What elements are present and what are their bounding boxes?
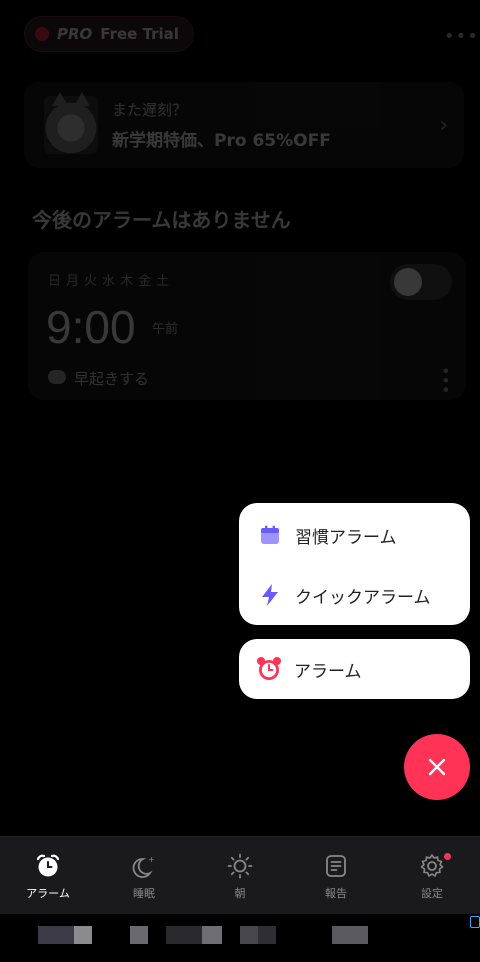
alarm-ampm: 午前	[152, 322, 179, 337]
sun-icon	[227, 853, 253, 879]
nav-item-sleep[interactable]: + 睡眠	[96, 837, 192, 914]
toggle-knob	[394, 268, 422, 296]
weekday-row: 日 月 火 水 木 金 土	[48, 270, 169, 289]
nav-item-alarm[interactable]: アラーム	[0, 837, 96, 914]
cat-image	[44, 92, 98, 154]
weekday: 火	[84, 274, 98, 289]
bottom-nav: アラーム + 睡眠 朝 報告 設定	[0, 836, 480, 914]
pro-badge: PRO	[57, 25, 93, 43]
weekday: 月	[66, 274, 80, 289]
report-icon	[326, 855, 346, 877]
nav-label-alarm: アラーム	[26, 887, 70, 900]
pro-trial-button[interactable]: PRO Free Trial	[24, 16, 194, 52]
weekday: 土	[156, 274, 170, 289]
habit-alarm-label: 習慣アラーム	[295, 527, 397, 548]
notification-badge	[444, 853, 451, 860]
close-button[interactable]	[404, 734, 470, 800]
moon-icon: +	[132, 855, 155, 878]
weekday: 木	[120, 274, 134, 289]
alarm-time: 9:00	[46, 301, 136, 353]
nav-item-morning[interactable]: 朝	[192, 837, 288, 914]
gear-icon	[420, 854, 444, 877]
pro-trial-label: Free Trial	[100, 25, 179, 43]
weekday: 日	[48, 274, 62, 289]
alarm-clock-icon	[36, 854, 60, 877]
more-horizontal-icon[interactable]: •••	[444, 26, 479, 47]
alarm-clock-icon	[256, 656, 282, 682]
ad-info-icon[interactable]	[470, 916, 480, 928]
quick-alarm-label: クイックアラーム	[295, 587, 431, 608]
promo-banner[interactable]: また遅刻？ 新学期特価、Pro 65%OFF ›	[24, 82, 464, 168]
promo-line2: 新学期特価、Pro 65%OFF	[112, 131, 331, 151]
dimmed-background: PRO Free Trial ••• また遅刻？ 新学期特価、Pro 65%OF…	[0, 0, 480, 836]
nav-label-morning: 朝	[234, 887, 246, 900]
more-vertical-icon[interactable]: •••	[436, 366, 455, 394]
fab-menu: 習慣アラーム クイックアラーム	[239, 503, 470, 625]
ad-banner[interactable]	[0, 914, 480, 962]
chevron-right-icon: ›	[439, 112, 448, 138]
nav-label-report: 報告	[325, 887, 347, 900]
nav-item-report[interactable]: 報告	[288, 837, 384, 914]
nav-item-settings[interactable]: 設定	[384, 837, 480, 914]
alarm-option[interactable]: アラーム	[239, 639, 470, 699]
habit-alarm-option[interactable]: 習慣アラーム	[239, 507, 470, 563]
alarm-card[interactable]: 日 月 火 水 木 金 土 9:00 午前 早起きする •••	[28, 252, 466, 400]
nav-label-sleep: 睡眠	[133, 887, 155, 900]
alarm-option-label: アラーム	[294, 661, 362, 682]
nav-label-settings: 設定	[421, 887, 443, 900]
lightning-icon	[259, 584, 281, 606]
svg-text:+: +	[148, 855, 155, 864]
calendar-icon	[259, 524, 281, 546]
alarm-toggle[interactable]	[390, 264, 452, 300]
close-icon	[428, 758, 446, 776]
quick-alarm-option[interactable]: クイックアラーム	[239, 567, 470, 623]
no-alarm-title: 今後のアラームはありません	[32, 208, 291, 232]
pro-logo-icon	[35, 27, 49, 41]
mission-icon	[48, 370, 66, 384]
weekday: 水	[102, 274, 116, 289]
promo-line1: また遅刻？	[112, 101, 188, 119]
weekday: 金	[138, 274, 152, 289]
mission-label: 早起きする	[74, 370, 150, 388]
